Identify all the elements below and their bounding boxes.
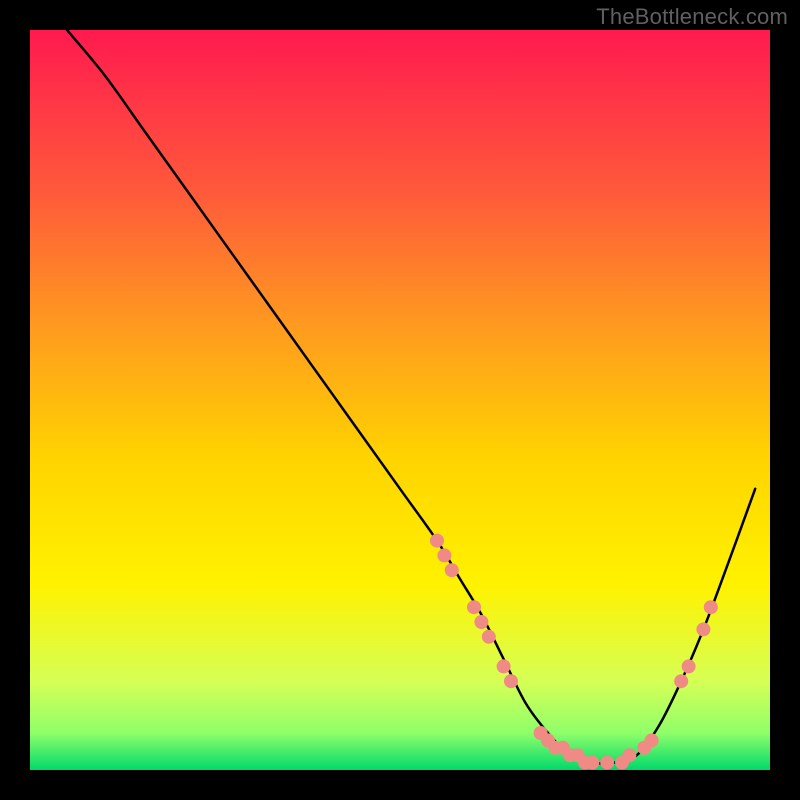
marker-dot: [482, 630, 496, 644]
marker-dot: [622, 748, 636, 762]
watermark-text: TheBottleneck.com: [596, 4, 788, 30]
marker-dot: [645, 733, 659, 747]
marker-dot: [674, 674, 688, 688]
marker-dot: [600, 756, 614, 770]
marker-dot: [437, 548, 451, 562]
marker-dot: [430, 534, 444, 548]
marker-dot: [445, 563, 459, 577]
gradient-background: [30, 30, 770, 770]
plot-area: [30, 30, 770, 770]
chart-frame: TheBottleneck.com: [0, 0, 800, 800]
marker-dot: [704, 600, 718, 614]
marker-dot: [696, 622, 710, 636]
chart-svg: [30, 30, 770, 770]
marker-dot: [504, 674, 518, 688]
marker-dot: [474, 615, 488, 629]
marker-dot: [585, 756, 599, 770]
marker-dot: [467, 600, 481, 614]
marker-dot: [682, 659, 696, 673]
marker-dot: [497, 659, 511, 673]
